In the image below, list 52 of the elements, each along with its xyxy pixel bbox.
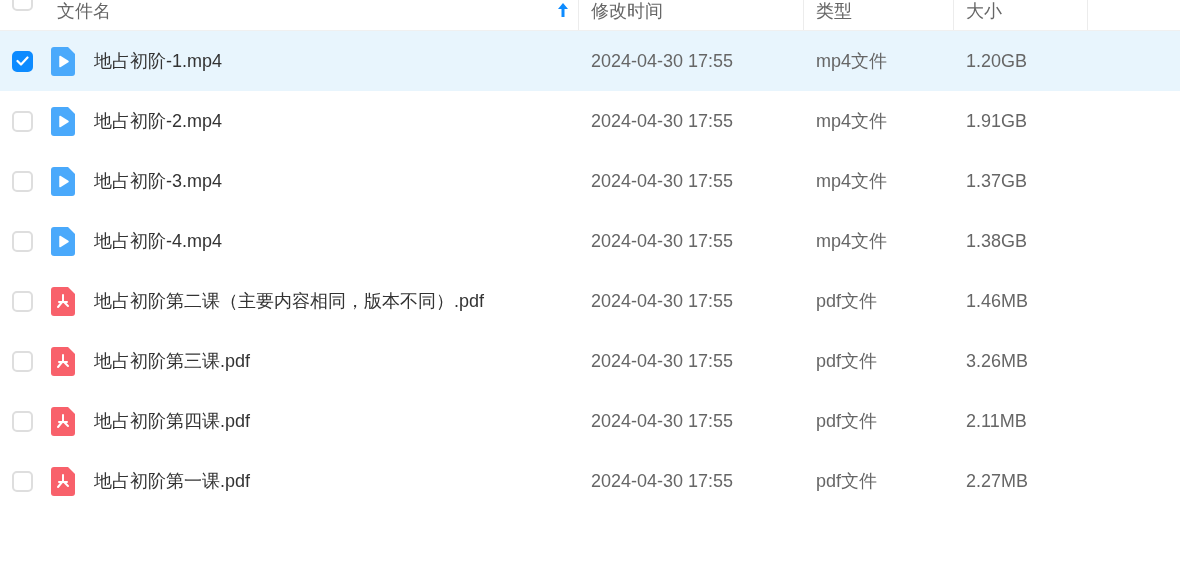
file-type: pdf文件 <box>816 349 879 373</box>
file-size: 1.38GB <box>966 229 1029 253</box>
checkbox[interactable] <box>12 50 33 72</box>
file-name[interactable]: 地占初阶-2.mp4 <box>94 107 223 135</box>
pdf-file-icon <box>51 466 75 496</box>
header-cell[interactable]: 修改时间 <box>579 0 804 30</box>
file-size: 2.11MB <box>966 409 1028 433</box>
file-name[interactable]: 地占初阶第二课（主要内容相同，版本不同）.pdf <box>94 287 485 315</box>
pdf-file-icon <box>51 346 75 376</box>
file-name[interactable]: 地占初阶第三课.pdf <box>94 347 251 375</box>
modified-time: 2024-04-30 17:55 <box>591 469 735 493</box>
file-type: mp4文件 <box>816 229 888 253</box>
file-size: 1.20GB <box>966 49 1029 73</box>
modified-time: 2024-04-30 17:55 <box>591 229 735 253</box>
file-size: 2.27MB <box>966 469 1030 493</box>
modified-time: 2024-04-30 17:55 <box>591 49 735 73</box>
file-size: 1.91GB <box>966 109 1029 133</box>
file-type: mp4文件 <box>816 109 888 133</box>
file-name[interactable]: 地占初阶-4.mp4 <box>94 227 223 255</box>
column-header[interactable]: 大小 <box>966 0 1002 22</box>
file-type: mp4文件 <box>816 49 888 73</box>
file-type: pdf文件 <box>816 469 879 493</box>
modified-time: 2024-04-30 17:55 <box>591 169 735 193</box>
pdf-file-icon <box>51 406 75 436</box>
modified-time: 2024-04-30 17:55 <box>591 289 735 313</box>
file-type: pdf文件 <box>816 289 879 313</box>
pdf-file-icon <box>51 286 75 316</box>
sort-arrow-icon[interactable] <box>558 3 568 17</box>
file-row[interactable]: 地占初阶-1.mp4 2024-04-30 17:55 mp4文件 1.20GB <box>0 31 1180 91</box>
header-cell[interactable]: 大小 <box>954 0 1088 30</box>
file-name[interactable]: 地占初阶-1.mp4 <box>94 47 223 75</box>
file-name[interactable]: 地占初阶第一课.pdf <box>94 467 251 495</box>
video-file-icon <box>51 166 75 196</box>
header-cell[interactable]: 文件名 <box>0 0 579 30</box>
video-file-icon <box>51 226 75 256</box>
file-type: mp4文件 <box>816 169 888 193</box>
column-header[interactable]: 类型 <box>816 0 852 22</box>
file-type: pdf文件 <box>816 409 879 433</box>
video-file-icon <box>51 106 75 136</box>
file-name[interactable]: 地占初阶-3.mp4 <box>94 167 223 195</box>
column-header[interactable]: 修改时间 <box>591 0 663 22</box>
video-file-icon <box>51 46 75 76</box>
modified-time: 2024-04-30 17:55 <box>591 349 735 373</box>
file-size: 3.26MB <box>966 349 1030 373</box>
modified-time: 2024-04-30 17:55 <box>591 409 735 433</box>
checkmark-icon <box>16 56 29 66</box>
file-name[interactable]: 地占初阶第四课.pdf <box>94 407 251 435</box>
file-size: 1.37GB <box>966 169 1029 193</box>
column-header[interactable]: 文件名 <box>57 0 111 22</box>
modified-time: 2024-04-30 17:55 <box>591 109 735 133</box>
header-cell[interactable]: 类型 <box>804 0 954 30</box>
file-size: 1.46MB <box>966 289 1030 313</box>
